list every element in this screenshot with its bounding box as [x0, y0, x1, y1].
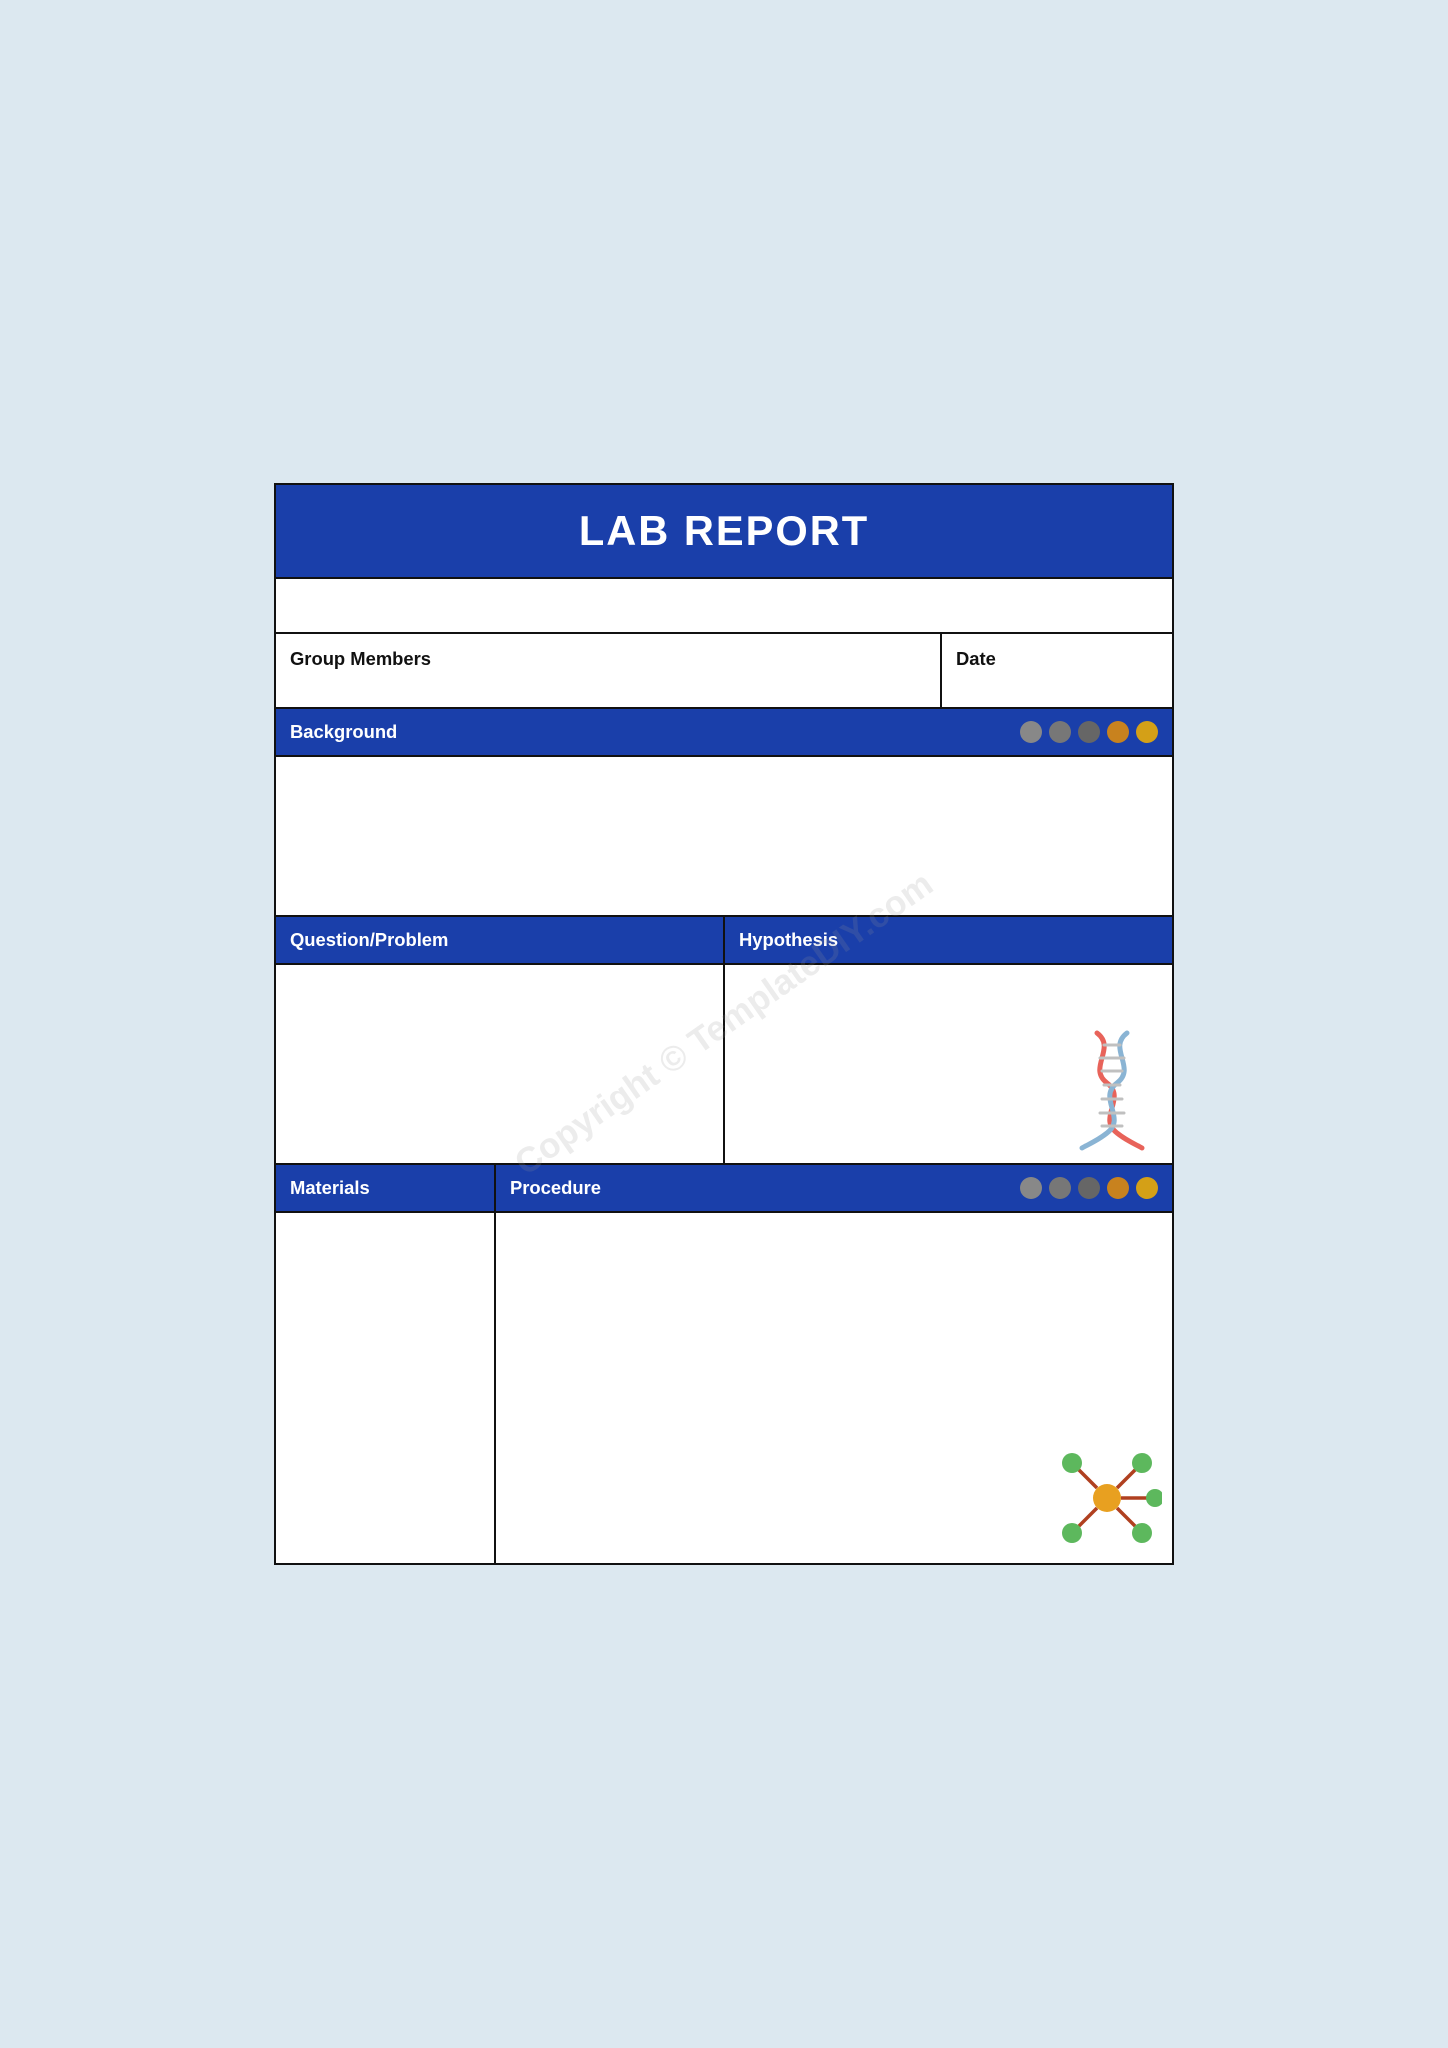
procedure-label: Procedure [510, 1177, 601, 1199]
dot-3 [1078, 721, 1100, 743]
materials-label: Materials [290, 1177, 370, 1198]
question-problem-content[interactable] [276, 965, 725, 1163]
qp-content-row [276, 965, 1172, 1165]
procedure-dots [1020, 1177, 1158, 1199]
proc-dot-5 [1136, 1177, 1158, 1199]
question-problem-header: Question/Problem [276, 917, 725, 963]
background-dots [1020, 721, 1158, 743]
group-members-label: Group Members [290, 648, 431, 669]
lab-report: Copyright © TemplateDIY.com LAB REPORT G… [274, 483, 1174, 1565]
dot-5 [1136, 721, 1158, 743]
question-problem-label: Question/Problem [290, 929, 448, 950]
background-label: Background [290, 721, 397, 743]
hypothesis-label: Hypothesis [739, 929, 838, 950]
group-date-row: Group Members Date [276, 634, 1172, 709]
document-wrapper: Copyright © TemplateDIY.com LAB REPORT G… [20, 483, 1428, 1565]
procedure-header: Procedure [496, 1165, 1172, 1211]
materials-header: Materials [276, 1165, 496, 1211]
dot-4 [1107, 721, 1129, 743]
proc-dot-4 [1107, 1177, 1129, 1199]
date-label: Date [956, 648, 996, 669]
dot-2 [1049, 721, 1071, 743]
qp-hyp-header: Question/Problem Hypothesis [276, 917, 1172, 965]
group-members-cell[interactable]: Group Members [276, 634, 942, 707]
dna-icon [1062, 1023, 1162, 1153]
hypothesis-header: Hypothesis [725, 917, 1172, 963]
header-row: LAB REPORT [276, 485, 1172, 579]
proc-dot-3 [1078, 1177, 1100, 1199]
report-title: LAB REPORT [579, 507, 869, 554]
procedure-content[interactable] [496, 1213, 1172, 1563]
name-row[interactable] [276, 579, 1172, 634]
mat-proc-content [276, 1213, 1172, 1563]
mat-proc-header: Materials Procedure [276, 1165, 1172, 1213]
hypothesis-content[interactable] [725, 965, 1172, 1163]
background-content[interactable] [276, 757, 1172, 917]
proc-dot-2 [1049, 1177, 1071, 1199]
materials-content[interactable] [276, 1213, 496, 1563]
background-header: Background [276, 709, 1172, 757]
proc-dot-1 [1020, 1177, 1042, 1199]
molecule-icon [1052, 1443, 1162, 1553]
dot-1 [1020, 721, 1042, 743]
date-cell[interactable]: Date [942, 634, 1172, 707]
